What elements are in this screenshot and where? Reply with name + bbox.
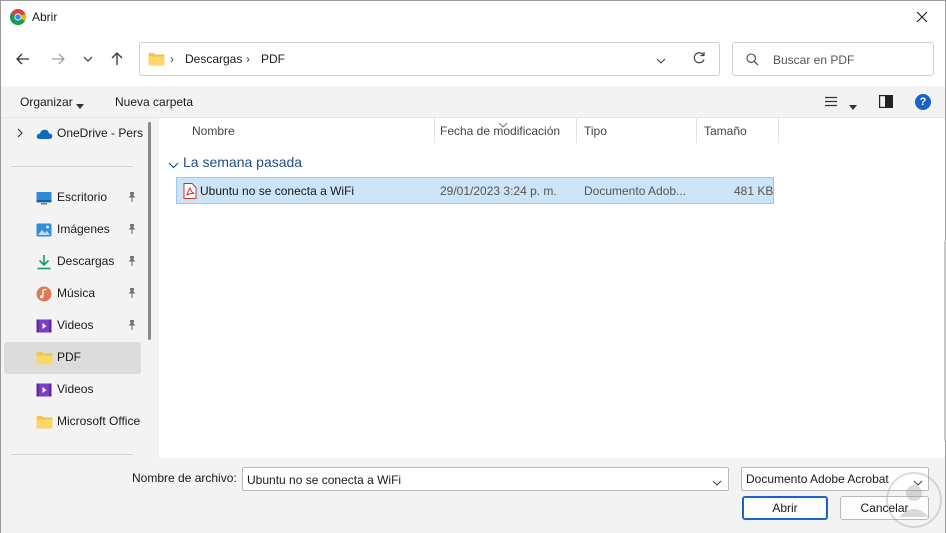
sidebar-item-descargas[interactable]: Descargas xyxy=(4,246,141,278)
sidebar-item-videos-2[interactable]: Videos xyxy=(4,374,141,406)
list-view-icon xyxy=(825,96,837,107)
breadcrumb-separator-icon: › xyxy=(170,52,174,66)
column-header-name[interactable]: Nombre xyxy=(185,118,435,143)
divider xyxy=(11,166,133,167)
sidebar-item-label: Videos xyxy=(57,382,94,396)
chevron-right-icon[interactable] xyxy=(17,127,23,141)
caret-down-icon xyxy=(76,98,84,112)
help-button[interactable]: ? xyxy=(915,94,931,110)
watermark-logo xyxy=(885,471,943,529)
pin-icon xyxy=(127,319,137,334)
up-button[interactable] xyxy=(106,49,128,69)
view-options-button[interactable] xyxy=(824,96,838,110)
recent-locations-button[interactable] xyxy=(77,49,99,69)
divider xyxy=(11,454,133,455)
sidebar-item-onedrive[interactable]: OneDrive - Pers xyxy=(4,118,144,150)
search-icon xyxy=(746,53,759,69)
file-type: Documento Adob... xyxy=(584,184,687,198)
sidebar-item-microsoft-office[interactable]: Microsoft Office xyxy=(4,406,141,438)
videos-icon xyxy=(36,382,52,398)
sidebar-item-label: Descargas xyxy=(57,254,115,268)
open-button-label: Abrir xyxy=(772,501,798,515)
preview-pane-icon xyxy=(879,95,894,109)
chevron-down-icon[interactable] xyxy=(712,475,722,489)
pdf-file-icon xyxy=(183,183,197,202)
back-button[interactable] xyxy=(12,49,34,69)
open-button[interactable]: Abrir xyxy=(742,496,828,520)
sidebar-item-label: PDF xyxy=(57,350,81,364)
breadcrumb-separator-icon: › xyxy=(246,52,250,66)
close-icon xyxy=(916,11,928,22)
navigation-pane-scrollbar[interactable] xyxy=(148,122,151,340)
file-list: Nombre Fecha de modificación Tipo Tamaño… xyxy=(159,118,945,458)
folder-icon xyxy=(148,52,165,69)
folder-icon xyxy=(36,350,53,366)
file-modified: 29/01/2023 3:24 p. m. xyxy=(440,184,557,198)
pictures-icon xyxy=(36,222,52,238)
music-icon xyxy=(36,286,52,302)
pin-icon xyxy=(127,287,137,302)
open-file-dialog: Abrir › Descargas › PDF Buscar en PDF Or… xyxy=(0,0,946,533)
navigation-bar: › Descargas › PDF Buscar en PDF xyxy=(1,32,945,86)
column-header-type[interactable]: Tipo xyxy=(577,118,697,143)
videos-icon xyxy=(36,318,52,334)
sidebar-item-label: Videos xyxy=(57,318,94,332)
caret-down-icon xyxy=(849,99,857,113)
organize-button[interactable]: Organizar xyxy=(20,95,73,109)
pin-icon xyxy=(127,223,137,238)
file-name: Ubuntu no se conecta a WiFi xyxy=(200,184,355,198)
sidebar-item-label: Microsoft Office xyxy=(57,414,141,428)
address-history-dropdown[interactable] xyxy=(656,53,666,67)
address-bar[interactable]: › Descargas › PDF xyxy=(139,42,720,76)
refresh-icon xyxy=(693,52,705,64)
arrow-up-icon xyxy=(111,52,123,65)
filetype-value: Documento Adobe Acrobat xyxy=(746,472,889,486)
chevron-down-icon[interactable] xyxy=(168,158,179,172)
group-header[interactable]: La semana pasada xyxy=(183,154,302,170)
filename-input[interactable]: Ubuntu no se conecta a WiFi xyxy=(242,467,729,491)
sidebar-item-videos[interactable]: Videos xyxy=(4,310,141,342)
breadcrumb-pdf[interactable]: PDF xyxy=(261,52,285,66)
sidebar-item-label: OneDrive - Pers xyxy=(57,126,144,140)
search-placeholder: Buscar en PDF xyxy=(773,53,855,67)
command-bar: Organizar Nueva carpeta ? xyxy=(1,86,945,118)
sidebar-item-label: Imágenes xyxy=(57,222,110,236)
sidebar-item-escritorio[interactable]: Escritorio xyxy=(4,182,141,214)
window-title: Abrir xyxy=(32,10,58,24)
arrow-left-icon xyxy=(16,53,29,65)
sidebar-item-label: Música xyxy=(57,286,96,300)
sidebar-item-pdf[interactable]: PDF xyxy=(4,342,141,374)
desktop-icon xyxy=(36,190,52,206)
search-box[interactable]: Buscar en PDF xyxy=(732,42,934,76)
close-button[interactable] xyxy=(899,1,945,32)
sort-caret-icon xyxy=(498,117,508,131)
filename-label: Nombre de archivo: xyxy=(132,471,237,485)
navigation-pane: OneDrive - Pers Escritorio Imágenes Desc… xyxy=(1,118,159,458)
chevron-down-icon xyxy=(656,58,666,64)
forward-button[interactable] xyxy=(47,49,69,69)
arrow-right-icon xyxy=(52,53,65,65)
chevron-down-icon xyxy=(83,56,93,62)
refresh-button[interactable] xyxy=(692,51,706,68)
column-header-size[interactable]: Tamaño xyxy=(697,118,779,143)
footer: Nombre de archivo: Ubuntu no se conecta … xyxy=(1,458,945,533)
downloads-icon xyxy=(36,254,52,270)
folder-icon xyxy=(36,414,53,430)
pin-icon xyxy=(127,255,137,270)
sidebar-item-label: Escritorio xyxy=(57,190,108,204)
preview-pane-button[interactable] xyxy=(879,95,894,111)
breadcrumb-descargas[interactable]: Descargas xyxy=(185,52,242,66)
title-bar: Abrir xyxy=(1,1,945,32)
new-folder-button[interactable]: Nueva carpeta xyxy=(115,95,193,109)
sidebar-item-musica[interactable]: Música xyxy=(4,278,141,310)
filename-value: Ubuntu no se conecta a WiFi xyxy=(247,473,402,487)
chrome-icon xyxy=(9,9,26,26)
sidebar-item-imagenes[interactable]: Imágenes xyxy=(4,214,141,246)
file-size: 481 KB xyxy=(734,184,774,198)
file-row[interactable]: Ubuntu no se conecta a WiFi 29/01/2023 3… xyxy=(176,177,774,204)
pin-icon xyxy=(127,191,137,206)
onedrive-icon xyxy=(36,126,53,142)
